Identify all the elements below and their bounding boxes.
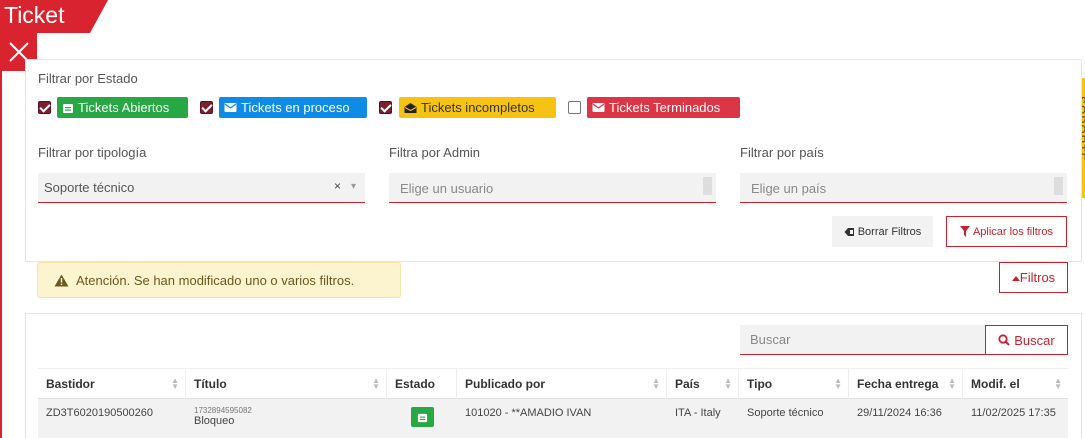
pais-filter-label: Filtrar por país [740, 145, 824, 160]
table-header: Bastidor ▲ ▼ Título ▲ ▼ Estado Publicado por… [38, 368, 1068, 399]
envelope-icon [224, 103, 237, 112]
badge-tickets-abiertos-label: Tickets Abiertos [78, 100, 170, 115]
cell-titulo: 1732894595082 Bloqueo [186, 399, 387, 438]
checkbox-tickets-incompletos[interactable] [379, 101, 392, 114]
clear-filters-button[interactable]: Borrar Filtros [832, 216, 933, 247]
badge-tickets-abiertos[interactable]: Tickets Abiertos [57, 97, 188, 118]
cell-bastidor: ZD3T6020190500260 [46, 407, 154, 419]
clear-filters-label: Borrar Filtros [857, 225, 922, 238]
window-tab: Ticket [0, 0, 108, 33]
clear-selection-icon[interactable]: × [334, 179, 341, 193]
sort-icon: ▲ ▼ [724, 376, 732, 391]
search-icon [998, 334, 1010, 346]
table-row[interactable]: ZD3T6020190500260 1732894595082 Bloqueo … [38, 399, 1068, 438]
ticket-title: Bloqueo [194, 415, 235, 427]
sort-icon: ▲ ▼ [834, 376, 842, 391]
funnel-icon [959, 226, 970, 237]
state-filter-label: Filtrar por Estado [38, 71, 138, 86]
column-header-pais[interactable]: País ▲ ▼ [667, 369, 739, 399]
column-header-publicado-por[interactable]: Publicado por ▲ ▼ [457, 369, 667, 399]
admin-select-placeholder: Elige un usuario [400, 181, 494, 196]
search-button[interactable]: Buscar [985, 325, 1068, 355]
sort-icon: ▲ ▼ [1054, 376, 1062, 391]
checkbox-tickets-en-proceso[interactable] [200, 101, 213, 114]
column-header-titulo[interactable]: Título ▲ ▼ [186, 369, 387, 399]
sort-icon: ▲ ▼ [171, 376, 179, 391]
sort-icon: ▲ ▼ [652, 376, 660, 391]
apply-filters-label: Aplicar los filtros [972, 225, 1054, 238]
checkbox-tickets-terminados[interactable] [568, 101, 581, 114]
column-header-fecha-entrega[interactable]: Fecha entrega ▲ ▼ [849, 369, 963, 399]
pais-select-placeholder: Elige un país [751, 181, 827, 196]
filters-modified-alert: Atención. Se han modificado uno o varios… [37, 262, 401, 298]
checkbox-tickets-abiertos[interactable] [38, 101, 51, 114]
badge-tickets-en-proceso[interactable]: Tickets en proceso [219, 97, 367, 118]
eraser-icon [844, 227, 854, 236]
tipologia-select-value: Soporte técnico [44, 180, 135, 195]
envelope-icon [592, 103, 605, 112]
chevron-down-icon[interactable]: ▾ [351, 181, 356, 192]
cell-pais: ITA - Italy [675, 407, 721, 419]
search-input-placeholder: Buscar [750, 332, 791, 347]
tipologia-select[interactable]: Soporte técnico × ▾ [38, 173, 365, 203]
cell-fecha-entrega: 29/11/2024 16:36 [857, 407, 942, 419]
envelope-open-icon [404, 102, 417, 113]
tipologia-filter-label: Filtrar por tipología [38, 145, 147, 160]
toggle-filters-label: Filtros [1019, 270, 1056, 285]
window-title: Ticket [4, 2, 65, 28]
column-header-modificado[interactable]: Modif. el ▲ ▼ [963, 369, 1068, 399]
column-header-bastidor[interactable]: Bastidor ▲ ▼ [38, 369, 186, 399]
badge-tickets-en-proceso-label: Tickets en proceso [241, 100, 350, 115]
warning-icon [54, 274, 69, 286]
sort-icon: ▲ ▼ [372, 376, 380, 391]
ticket-icon [63, 103, 73, 113]
search-input[interactable]: Buscar [740, 325, 985, 355]
apply-filters-button[interactable]: Aplicar los filtros [946, 216, 1067, 247]
scroll-handle [1054, 177, 1063, 195]
cell-estado [387, 399, 457, 438]
ticket-icon [417, 413, 428, 422]
cell-publicado-por: 101020 - **AMADIO IVAN [465, 407, 592, 419]
pais-select[interactable]: Elige un país [740, 173, 1067, 203]
sort-icon: ▲ ▼ [948, 376, 956, 391]
badge-tickets-terminados[interactable]: Tickets Terminados [587, 97, 740, 118]
cell-modificado: 11/02/2025 17:35 [971, 407, 1056, 419]
badge-tickets-incompletos[interactable]: Tickets incompletos [399, 97, 556, 118]
badge-tickets-incompletos-label: Tickets incompletos [421, 100, 535, 115]
admin-select[interactable]: Elige un usuario [389, 173, 716, 203]
admin-filter-label: Filtra por Admin [389, 145, 481, 160]
state-open-badge [411, 407, 434, 427]
scroll-handle [703, 177, 712, 195]
ticket-id: 1732894595082 [194, 406, 252, 415]
search-button-label: Buscar [1014, 332, 1055, 348]
badge-tickets-terminados-label: Tickets Terminados [609, 100, 721, 115]
caret-up-icon [1011, 275, 1020, 281]
toggle-filters-button[interactable]: Filtros [999, 262, 1068, 293]
column-header-tipo[interactable]: Tipo ▲ ▼ [739, 369, 849, 399]
column-header-estado[interactable]: Estado [387, 369, 457, 399]
cell-tipo: Soporte técnico [747, 407, 824, 419]
alert-text: Atención. Se han modificado uno o varios… [76, 272, 355, 288]
